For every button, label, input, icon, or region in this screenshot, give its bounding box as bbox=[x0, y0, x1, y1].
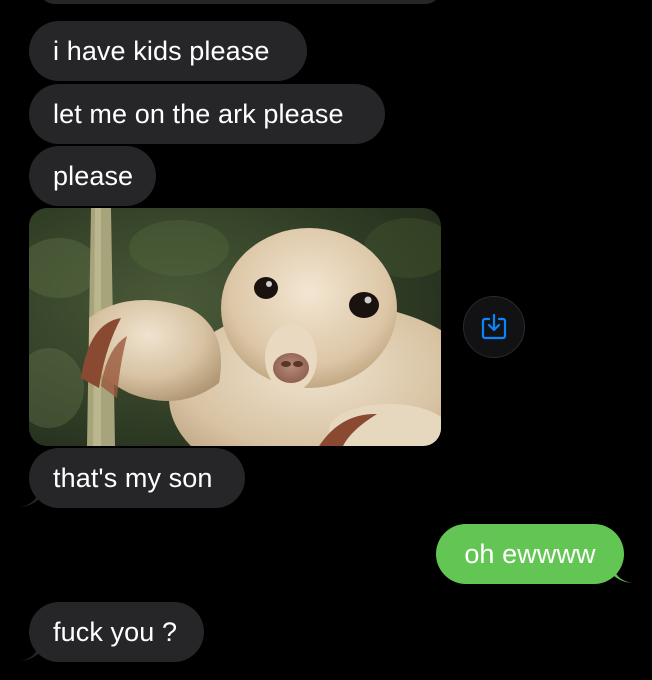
save-image-button[interactable] bbox=[463, 296, 525, 358]
message-text: i have kids please bbox=[53, 35, 270, 66]
message-bubble-outgoing[interactable]: oh ewwww bbox=[436, 524, 624, 584]
silky-anteater-photo bbox=[29, 208, 441, 446]
message-text: please bbox=[53, 160, 134, 191]
message-bubble-incoming[interactable]: fuck you ? bbox=[29, 602, 204, 662]
message-image[interactable] bbox=[29, 208, 441, 446]
message-bubble-incoming[interactable]: please bbox=[29, 146, 156, 206]
message-text: that's my son bbox=[53, 462, 213, 493]
previous-message-bubble bbox=[40, 0, 440, 4]
message-text: fuck you ? bbox=[53, 616, 178, 647]
download-icon bbox=[481, 313, 507, 340]
message-bubble-incoming[interactable]: that's my son bbox=[29, 448, 245, 508]
message-text: oh ewwww bbox=[464, 538, 596, 569]
message-text: let me on the ark please bbox=[53, 98, 344, 129]
message-bubble-incoming[interactable]: let me on the ark please bbox=[29, 84, 385, 144]
message-bubble-incoming[interactable]: i have kids please bbox=[29, 21, 307, 81]
